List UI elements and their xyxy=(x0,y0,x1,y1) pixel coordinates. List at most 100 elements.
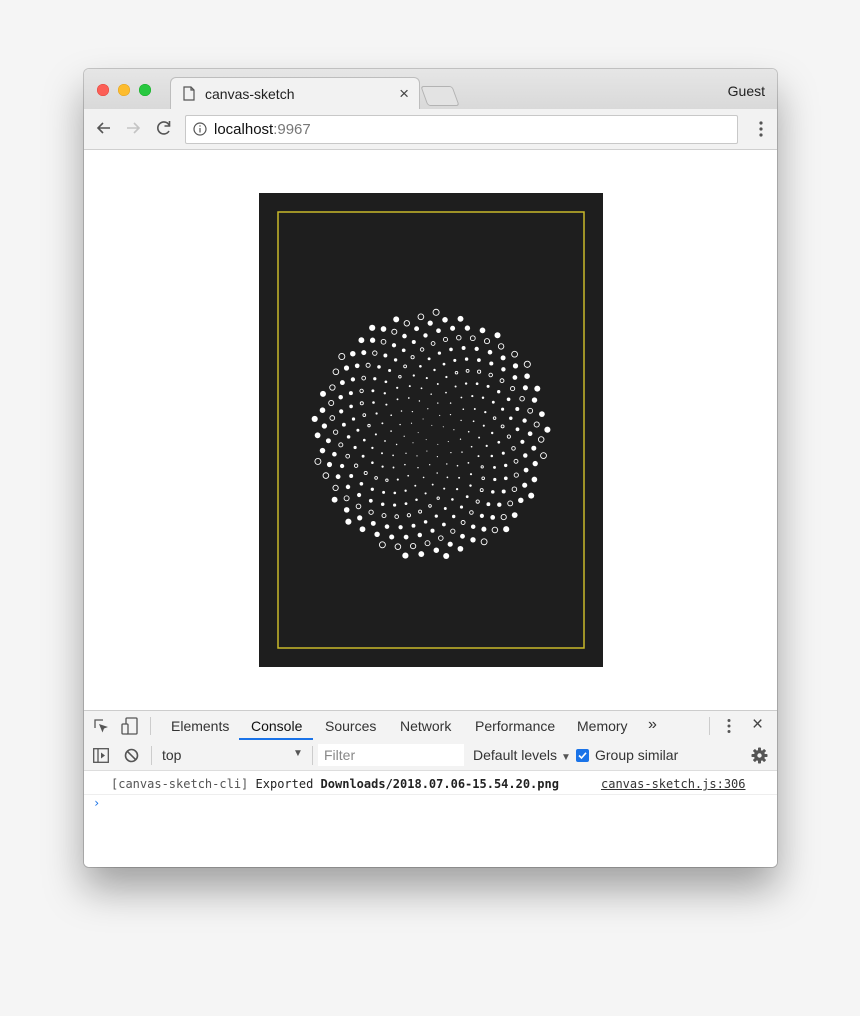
console-prompt-icon[interactable]: › xyxy=(93,796,100,810)
spiral-dot xyxy=(528,492,535,499)
back-arrow-icon[interactable] xyxy=(94,118,114,138)
tab-sources[interactable]: Sources xyxy=(325,718,376,734)
execution-context-select[interactable]: top xyxy=(162,747,181,763)
spiral-dot xyxy=(430,393,432,395)
spiral-dot xyxy=(418,551,425,558)
spiral-dot xyxy=(503,476,508,481)
reload-icon[interactable] xyxy=(154,118,174,138)
spiral-dot xyxy=(415,498,418,501)
spiral-dot xyxy=(383,392,386,395)
spiral-dot xyxy=(369,337,376,343)
spiral-dot xyxy=(383,353,388,358)
new-tab-button[interactable] xyxy=(420,86,460,106)
devtools-close-icon[interactable]: × xyxy=(752,714,763,736)
group-similar-label[interactable]: Group similar xyxy=(595,747,678,763)
spiral-dot xyxy=(392,466,395,469)
more-tabs-icon[interactable]: » xyxy=(648,716,657,734)
spiral-dot xyxy=(506,397,511,402)
spiral-dot xyxy=(350,377,356,382)
spiral-dot xyxy=(509,416,513,421)
tab-strip: canvas-sketch × Guest xyxy=(84,69,777,110)
url-host: localhost xyxy=(214,121,274,138)
context-dropdown-icon[interactable]: ▼ xyxy=(293,748,303,759)
minimize-window-button[interactable] xyxy=(118,84,130,96)
spiral-dot xyxy=(527,431,533,437)
device-toolbar-icon[interactable] xyxy=(121,717,139,735)
toolbar-divider xyxy=(151,746,152,765)
console-filter-input[interactable] xyxy=(318,744,464,766)
spiral-dot xyxy=(443,552,450,560)
spiral-dot xyxy=(456,464,459,467)
spiral-dot xyxy=(484,410,487,414)
spiral-dot xyxy=(437,351,442,355)
tab-performance[interactable]: Performance xyxy=(475,718,555,734)
spiral-dot xyxy=(427,320,433,326)
spiral-dot xyxy=(471,395,474,398)
toolbar-divider xyxy=(312,746,313,765)
spiral-dot xyxy=(433,368,436,372)
spiral-dot xyxy=(443,487,446,490)
tab-console[interactable]: Console xyxy=(251,718,302,734)
spiral-dot xyxy=(439,414,441,417)
forward-arrow-icon[interactable] xyxy=(123,118,143,138)
spiral-dot xyxy=(416,455,418,457)
spiral-dot xyxy=(451,498,454,501)
spiral-dot xyxy=(487,349,493,355)
spiral-dot xyxy=(475,382,479,386)
spiral-dot xyxy=(532,460,538,467)
spiral-dot xyxy=(401,348,406,353)
profile-label[interactable]: Guest xyxy=(728,83,765,99)
toolbar-divider xyxy=(709,717,710,735)
spiral-dot xyxy=(497,502,502,507)
spiral-dot xyxy=(524,373,530,380)
spiral-dot xyxy=(464,325,471,331)
spiral-dot xyxy=(482,424,485,427)
spiral-dot xyxy=(384,380,388,384)
spiral-dot xyxy=(447,441,449,443)
page-icon xyxy=(183,86,195,101)
group-similar-checkbox[interactable] xyxy=(576,749,589,762)
maximize-window-button[interactable] xyxy=(139,84,151,96)
spiral-dot xyxy=(503,526,510,533)
spiral-dot xyxy=(469,473,473,476)
info-icon[interactable] xyxy=(193,122,207,136)
spiral-dot xyxy=(437,443,439,445)
spiral-dot xyxy=(522,482,528,488)
spiral-dot xyxy=(491,490,495,494)
spiral-dot xyxy=(354,363,360,369)
spiral-dot xyxy=(388,368,392,373)
spiral-dot xyxy=(460,396,463,399)
spiral-dot xyxy=(341,422,346,427)
tab-network[interactable]: Network xyxy=(400,718,451,734)
tab-memory[interactable]: Memory xyxy=(577,718,628,734)
spiral-dot xyxy=(411,523,416,528)
console-source-link[interactable]: canvas-sketch.js:306 xyxy=(601,777,746,791)
spiral-dot xyxy=(368,498,373,503)
spiral-dot xyxy=(449,413,452,416)
sketch-canvas xyxy=(259,193,603,667)
spiral-dot xyxy=(346,435,351,439)
tab-elements[interactable]: Elements xyxy=(171,718,229,734)
spiral-dot xyxy=(442,317,448,323)
console-settings-gear-icon[interactable] xyxy=(751,747,768,764)
devtools-menu-icon[interactable] xyxy=(727,718,731,734)
spiral-dot xyxy=(500,355,506,361)
close-window-button[interactable] xyxy=(97,84,109,96)
inspect-element-icon[interactable] xyxy=(93,718,110,735)
clear-console-icon[interactable] xyxy=(124,748,139,763)
spiral-dot xyxy=(515,427,520,432)
spiral-dot xyxy=(412,442,414,444)
tab-close-icon[interactable]: × xyxy=(399,84,409,104)
spiral-dot xyxy=(493,465,496,469)
spiral-dot xyxy=(531,445,537,451)
spiral-dot xyxy=(404,502,408,506)
browser-menu-icon[interactable] xyxy=(759,119,763,139)
spiral-dot xyxy=(417,466,419,469)
address-bar[interactable]: localhost:9967 xyxy=(185,115,738,144)
spiral-dot xyxy=(343,507,350,513)
spiral-dot xyxy=(332,451,337,457)
log-levels-select[interactable]: Default levels ▼ xyxy=(473,747,571,763)
console-sidebar-icon[interactable] xyxy=(93,748,109,763)
browser-tab[interactable]: canvas-sketch × xyxy=(170,77,420,110)
spiral-dot xyxy=(398,525,403,530)
